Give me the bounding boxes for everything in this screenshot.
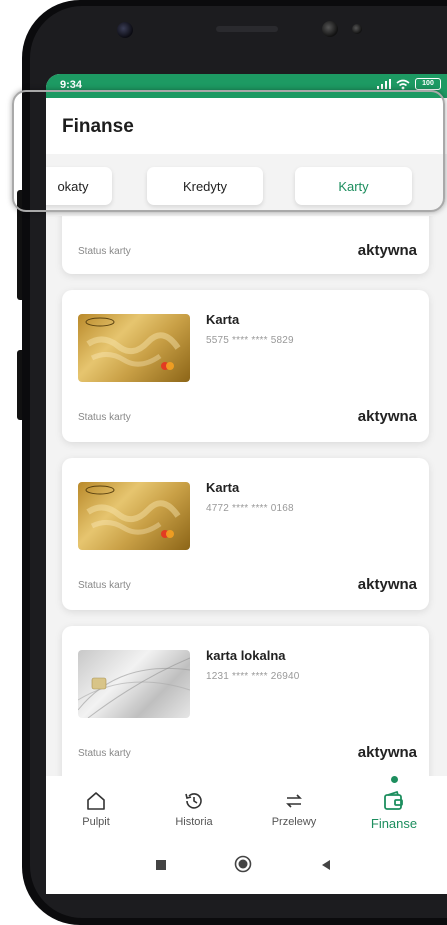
- card-name: karta lokalna: [206, 648, 286, 663]
- nav-przelewy[interactable]: Przelewy: [254, 790, 334, 828]
- bottom-navigation: Pulpit Historia Przelewy Finanse: [46, 776, 447, 844]
- battery-icon: 100: [415, 78, 441, 90]
- recents-icon: [156, 860, 166, 870]
- status-value: aktywna: [357, 242, 417, 259]
- wifi-icon: [396, 79, 410, 89]
- nav-label: Pulpit: [82, 816, 110, 828]
- earpiece-speaker: [216, 26, 278, 32]
- gray-card-image: [78, 650, 190, 718]
- top-bezel: [44, 14, 447, 76]
- nav-label: Przelewy: [271, 816, 317, 828]
- front-camera-icon: [117, 22, 133, 38]
- home-icon: [87, 792, 105, 810]
- status-label: Status karty: [78, 748, 131, 759]
- card-artwork: [85, 317, 181, 370]
- card-name: Karta: [206, 312, 240, 327]
- tabs-highlight-frame: [12, 90, 445, 212]
- card-artwork: [85, 485, 181, 538]
- proximity-sensor-icon: [352, 24, 362, 34]
- system-navigation-bar: [46, 844, 447, 894]
- card-number: 5575 **** **** 5829: [206, 335, 294, 346]
- status-value: aktywna: [357, 744, 417, 761]
- card-number: 4772 **** **** 0168: [206, 503, 294, 514]
- card-name: Karta: [206, 480, 240, 495]
- card-artwork: [78, 657, 190, 718]
- nav-finanse[interactable]: Finanse: [354, 790, 434, 831]
- status-value: aktywna: [357, 576, 417, 593]
- status-label: Status karty: [78, 412, 131, 423]
- back-button[interactable]: [320, 858, 332, 876]
- history-icon: [185, 793, 202, 809]
- nav-historia[interactable]: Historia: [154, 790, 234, 828]
- nav-label: Finanse: [370, 816, 418, 831]
- wallet-icon: [384, 790, 403, 810]
- status-value: aktywna: [357, 408, 417, 425]
- status-icons: 100: [377, 78, 441, 90]
- sensor-icon: [322, 21, 338, 37]
- gold-card-image: [78, 314, 190, 382]
- home-button[interactable]: [234, 855, 252, 878]
- nav-label: Historia: [175, 816, 213, 828]
- card-item[interactable]: Karta 5575 **** **** 5829 Status karty a…: [62, 290, 429, 442]
- home-circle-icon: [234, 855, 252, 873]
- recents-button[interactable]: [155, 858, 167, 876]
- back-triangle-icon: [322, 860, 330, 870]
- card-item[interactable]: karta lokalna 1231 **** **** 26940 Statu…: [62, 626, 429, 776]
- active-indicator-dot: [391, 776, 398, 783]
- card-number: 1231 **** **** 26940: [206, 671, 300, 682]
- card-item[interactable]: Karta 4772 **** **** 0168 Status karty a…: [62, 458, 429, 610]
- signal-icon: [377, 79, 391, 89]
- cards-list: Status karty aktywna Karta 5575 **** ***…: [46, 216, 447, 776]
- gold-card-image: [78, 482, 190, 550]
- card-item[interactable]: Status karty aktywna: [62, 216, 429, 274]
- status-label: Status karty: [78, 246, 131, 257]
- transfer-icon: [286, 794, 302, 808]
- status-label: Status karty: [78, 580, 131, 591]
- phone-screenshot: 9:34 100 Finanse okaty Kredyty Karty Sta…: [0, 0, 447, 925]
- nav-pulpit[interactable]: Pulpit: [56, 790, 136, 828]
